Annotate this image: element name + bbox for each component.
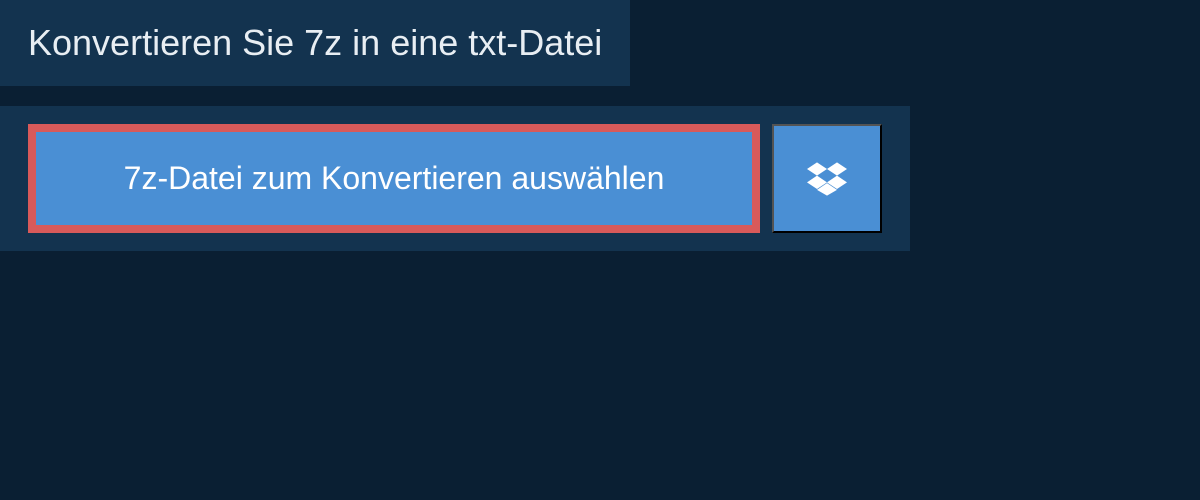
dropbox-icon [807,159,847,199]
page-title: Konvertieren Sie 7z in eine txt-Datei [28,22,602,64]
upload-panel: 7z-Datei zum Konvertieren auswählen [0,106,910,251]
header-bar: Konvertieren Sie 7z in eine txt-Datei [0,0,630,86]
select-file-label: 7z-Datei zum Konvertieren auswählen [124,160,665,197]
dropbox-button[interactable] [772,124,882,233]
select-file-button[interactable]: 7z-Datei zum Konvertieren auswählen [28,124,760,233]
